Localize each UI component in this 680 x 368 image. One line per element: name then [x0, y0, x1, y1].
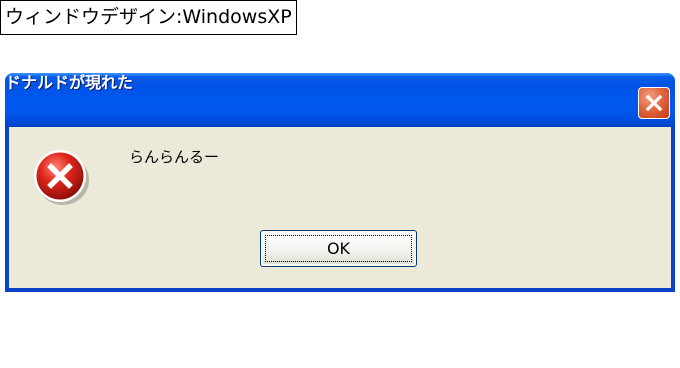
page-caption: ウィンドウデザイン:WindowsXP [0, 0, 297, 35]
dialog-message: らんらんるー [129, 148, 220, 166]
close-icon [645, 94, 663, 112]
error-icon [34, 150, 89, 205]
ok-button-label: OK [326, 239, 351, 258]
ok-button[interactable]: OK [260, 230, 417, 267]
dialog-window: ドナルドが現れた らんらんるー OK [5, 73, 675, 292]
page: ウィンドウデザイン:WindowsXP ドナルドが現れた らんらんるー OK [0, 0, 680, 368]
dialog-title: ドナルドが現れた [5, 73, 134, 92]
dialog-body: らんらんるー OK [9, 127, 671, 288]
close-button[interactable] [638, 87, 670, 119]
title-bar[interactable]: ドナルドが現れた [5, 73, 675, 127]
